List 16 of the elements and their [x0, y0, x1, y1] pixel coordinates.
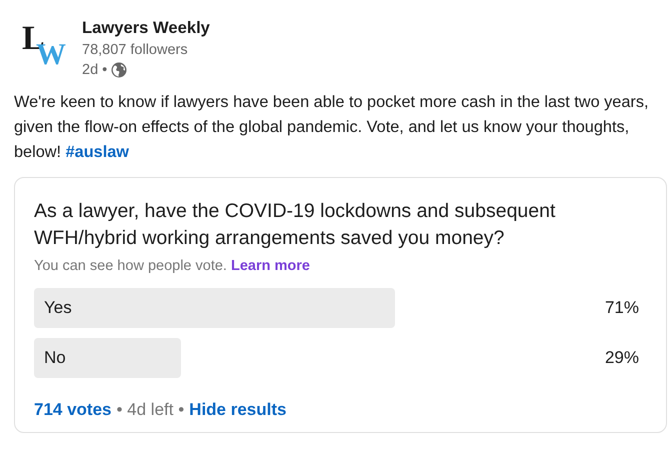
poll-question: As a lawyer, have the COVID-19 lockdowns and subsequent WFH/hybrid working arrangements saved you money? [34, 199, 556, 251]
result-percent: 71% [604, 298, 639, 318]
result-bar: Yes [34, 288, 395, 328]
post-age: 2d • [82, 61, 108, 80]
follower-count: 78,807 followers [82, 41, 189, 60]
votes-link[interactable]: 714 votes [34, 400, 112, 420]
author-name[interactable]: Lawyers Weekly [82, 16, 210, 40]
result-bar: No [34, 338, 182, 378]
globe-icon [111, 62, 128, 78]
learn-more-link[interactable]: Learn more [230, 258, 310, 274]
post-text: We're keen to know if lawyers have been able to pocket more cash in the last two years, given the flow-on effects of the global pandemic. Vote, and let us know your thoughts, below! #auslaw [14, 92, 650, 163]
time-left: • 4d left • [116, 400, 184, 420]
hashtag-link[interactable]: #auslaw [66, 143, 129, 161]
visibility-note: You can see how people vote. Learn more [34, 257, 311, 276]
hide-results-link[interactable]: Hide results [189, 400, 286, 420]
result-percent: 29% [604, 348, 639, 368]
